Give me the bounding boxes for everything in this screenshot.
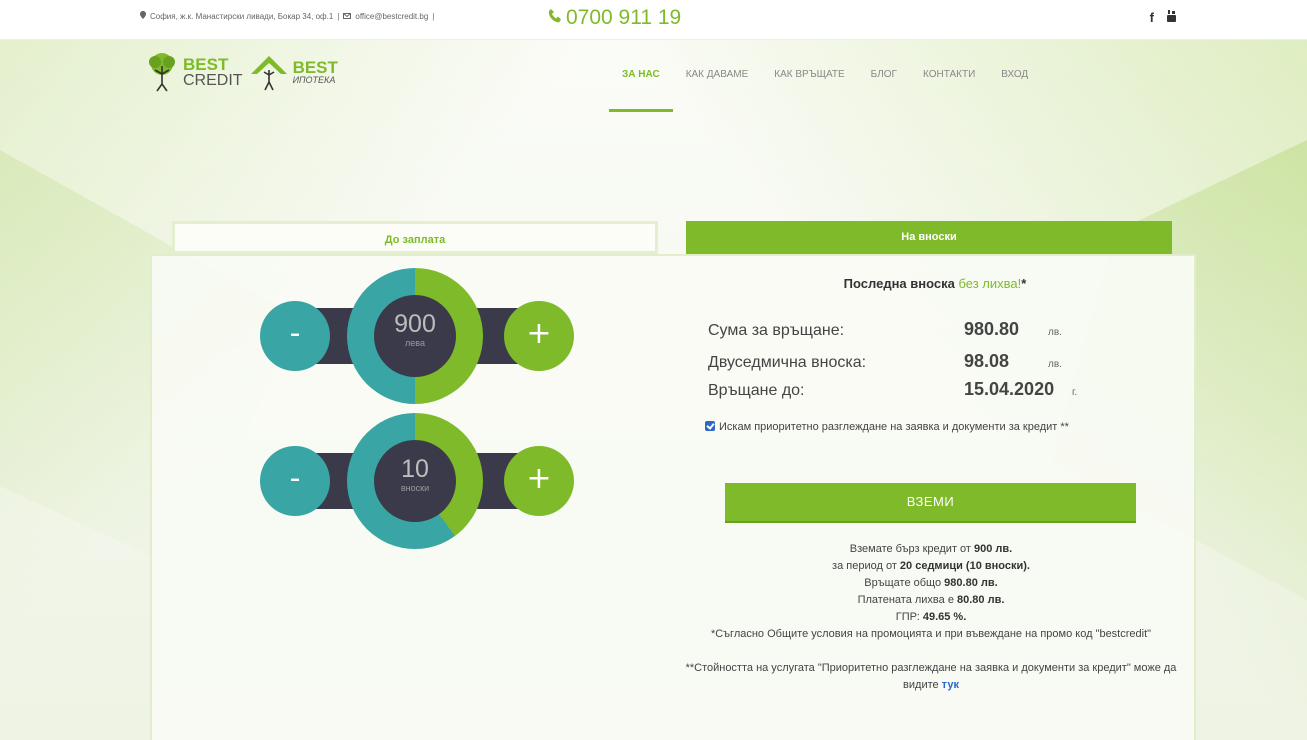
row-label: Връщане до: bbox=[708, 382, 805, 399]
site-header: BEST CREDIT BEST ИПОТЕКА ЗА НАС КАК ДАВА… bbox=[0, 40, 1307, 120]
logo-best-1: BEST bbox=[183, 54, 229, 74]
installments-value: 10 bbox=[401, 455, 429, 483]
headline-prefix: Последна вноска bbox=[843, 276, 959, 291]
summary-text: Платената лихва е bbox=[857, 594, 957, 606]
summary-amount: 900 лв. bbox=[974, 543, 1013, 555]
location-pin-icon bbox=[140, 11, 146, 21]
tree-logo-icon bbox=[149, 53, 175, 92]
top-bar: София, ж.к. Манастирски ливади, Бокар 34… bbox=[0, 0, 1307, 40]
logo-best-2: BEST bbox=[292, 58, 338, 77]
row-value: 15.04.2020 bbox=[964, 379, 1055, 399]
take-loan-button[interactable]: ВЗЕМИ bbox=[725, 483, 1136, 521]
summary-text: за период от bbox=[832, 560, 900, 572]
headline-suffix: * bbox=[1021, 276, 1027, 291]
priority-note-link[interactable]: тук bbox=[942, 679, 959, 691]
contact-info: София, ж.к. Манастирски ливади, Бокар 34… bbox=[140, 11, 434, 21]
nav-item-how-you-repay[interactable]: КАК ВРЪЩАТЕ bbox=[761, 68, 857, 112]
site-logo[interactable]: BEST CREDIT BEST ИПОТЕКА bbox=[145, 52, 338, 92]
youtube-icon[interactable] bbox=[1166, 10, 1177, 26]
row-unit: г. bbox=[1072, 387, 1078, 398]
installments-display: 10 вноски bbox=[374, 440, 456, 522]
installments-unit: вноски bbox=[400, 483, 430, 493]
nav-item-about[interactable]: ЗА НАС bbox=[609, 68, 673, 112]
separator: | bbox=[337, 11, 340, 21]
headline-green: без лихва! bbox=[958, 276, 1022, 291]
priority-option: Искам приоритетно разглеждане на заявка … bbox=[705, 418, 1135, 436]
row-value: 98.08 bbox=[964, 351, 1010, 371]
tab-salary[interactable]: До заплата bbox=[172, 221, 658, 254]
summary-text: Връщате общо bbox=[864, 577, 945, 589]
priority-checkbox[interactable] bbox=[705, 421, 715, 431]
phone-link[interactable]: 0700 911 19 bbox=[548, 6, 681, 30]
nav-item-contacts[interactable]: КОНТАКТИ bbox=[910, 68, 988, 112]
logo-credit: CREDIT bbox=[183, 71, 243, 89]
nav-item-blog[interactable]: БЛОГ bbox=[858, 68, 910, 112]
tab-installments[interactable]: На вноски bbox=[686, 221, 1172, 254]
installments-increase-button[interactable]: + bbox=[504, 446, 574, 516]
social-links: f bbox=[1150, 10, 1177, 26]
phone-icon bbox=[548, 6, 562, 30]
loan-summary: Вземате бърз кредит от 900 лв. за период… bbox=[676, 541, 1186, 694]
amount-increase-button[interactable]: + bbox=[504, 301, 574, 371]
best-credit-logo: BEST CREDIT bbox=[145, 52, 243, 92]
logo-ipoteka: ИПОТЕКА bbox=[292, 75, 336, 85]
email-link[interactable]: office@bestcredit.bg bbox=[355, 12, 428, 21]
summary-period: 20 седмици (10 вноски). bbox=[899, 560, 1030, 572]
email-icon bbox=[343, 12, 352, 21]
row-label: Двуседмична вноска: bbox=[708, 354, 867, 371]
summary-text: Вземате бърз кредит от bbox=[849, 543, 975, 555]
row-label: Сума за връщане: bbox=[708, 322, 845, 339]
phone-number: 0700 911 19 bbox=[566, 6, 682, 29]
facebook-icon[interactable]: f bbox=[1150, 10, 1154, 26]
priority-label: Искам приоритетно разглеждане на заявка … bbox=[719, 421, 1069, 433]
amount-decrease-button[interactable]: - bbox=[260, 301, 330, 371]
amount-unit: лева bbox=[405, 338, 425, 348]
row-unit: лв. bbox=[1048, 359, 1062, 370]
address-text: София, ж.к. Манастирски ливади, Бокар 34… bbox=[150, 11, 334, 21]
row-unit: лв. bbox=[1048, 327, 1062, 338]
summary-text: ГПР: bbox=[895, 611, 923, 623]
priority-note: **Стойността на услугата "Приоритетно ра… bbox=[676, 660, 1186, 694]
main-nav: ЗА НАС КАК ДАВАМЕ КАК ВРЪЩАТЕ БЛОГ КОНТА… bbox=[609, 68, 1041, 112]
summary-interest: 80.80 лв. bbox=[957, 594, 1005, 606]
nav-item-how-we-give[interactable]: КАК ДАВАМЕ bbox=[673, 68, 762, 112]
installments-decrease-button[interactable]: - bbox=[260, 446, 330, 516]
house-logo-icon bbox=[250, 56, 287, 91]
promo-note: *Съгласно Общите условия на промоцията и… bbox=[710, 628, 1152, 640]
summary-total: 980.80 лв. bbox=[944, 577, 998, 589]
separator: | bbox=[432, 11, 435, 21]
result-headline: Последна вноска без лихва!* bbox=[700, 276, 1170, 291]
row-value: 980.80 bbox=[964, 319, 1020, 339]
priority-note-text: **Стойността на услугата "Приоритетно ра… bbox=[685, 662, 1177, 691]
amount-value: 900 bbox=[394, 310, 436, 338]
amount-display: 900 лева bbox=[374, 295, 456, 377]
best-ipoteka-logo: BEST ИПОТЕКА bbox=[249, 52, 338, 92]
nav-item-login[interactable]: ВХОД bbox=[988, 68, 1041, 112]
summary-apr: 49.65 %. bbox=[922, 611, 967, 623]
